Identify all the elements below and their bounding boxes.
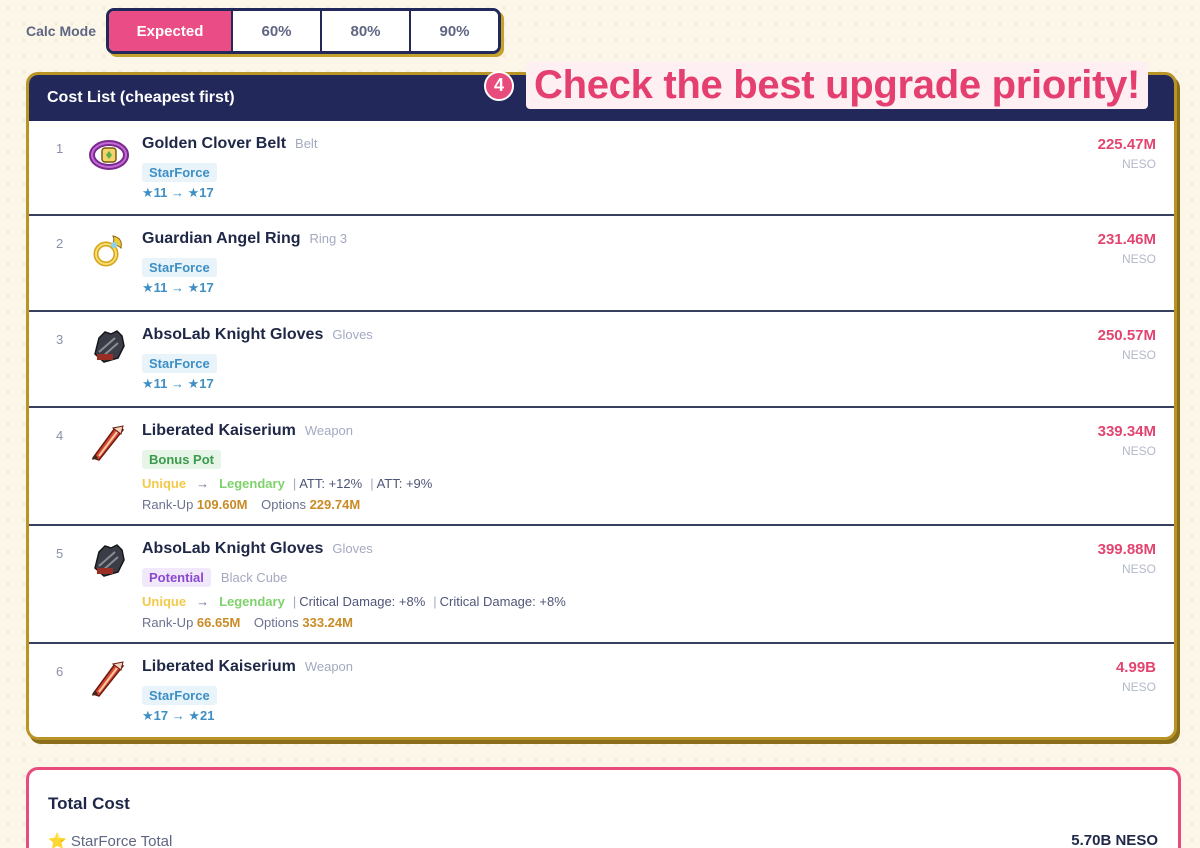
options-cost: 333.24M [302, 615, 353, 630]
mode-expected-button[interactable]: Expected [109, 11, 232, 51]
cost-list-panel: Cost List (cheapest first) 1 Golden Clov… [26, 72, 1177, 740]
cost-row[interactable]: 1 Golden Clover Belt Belt StarForce ★11 … [29, 121, 1174, 216]
ring-icon [93, 235, 122, 267]
starforce-total-row: ⭐ StarForce Total 5.70B NESO [48, 832, 1158, 848]
price-unit: NESO [1121, 348, 1156, 362]
price-unit: NESO [1121, 562, 1156, 576]
starforce-total-label: ⭐ StarForce Total [48, 832, 172, 848]
mode-60-button[interactable]: 60% [231, 11, 321, 51]
stat-divider: | [433, 593, 437, 609]
price-unit: NESO [1121, 444, 1156, 458]
stat-divider: | [370, 475, 374, 491]
stat-divider: | [292, 593, 297, 609]
potential-line: ATT: +12% [299, 475, 363, 491]
rankup-label: Rank-Up [142, 615, 194, 630]
cost-row[interactable]: 5 AbsoLab Knight Gloves Gloves Potential… [29, 526, 1174, 644]
item-price: 339.34M [1097, 423, 1156, 440]
item-slot: Gloves [332, 541, 373, 556]
tier-from: Unique [142, 475, 187, 491]
calc-mode-label: Calc Mode [26, 23, 97, 39]
gloves-icon [94, 330, 125, 363]
cube-type: Black Cube [220, 569, 288, 585]
row-rank: 4 [56, 428, 64, 443]
rankup-label: Rank-Up [142, 497, 194, 512]
item-name: Guardian Angel Ring [142, 230, 301, 247]
sword-icon [91, 661, 125, 697]
row-rank: 2 [56, 236, 64, 251]
options-label: Options [261, 497, 306, 512]
starforce-total-value: 5.70B NESO [1071, 832, 1158, 848]
cost-row[interactable]: 6 Liberated Kaiserium Weapon StarForce ★… [29, 644, 1174, 737]
mode-80-button[interactable]: 80% [320, 11, 410, 51]
cost-row[interactable]: 3 AbsoLab Knight Gloves Gloves StarForce… [29, 312, 1174, 408]
arrow-right-icon: → [196, 593, 210, 609]
mode-90-button[interactable]: 90% [409, 11, 499, 51]
item-slot: Weapon [304, 423, 354, 438]
step-number-badge: 4 [484, 70, 514, 101]
item-name: Golden Clover Belt [142, 135, 287, 152]
star-icon: ⭐ [48, 833, 67, 848]
star-range: ★11 → ★17 [142, 280, 214, 295]
options-cost: 229.74M [309, 497, 361, 512]
stat-divider: | [292, 475, 297, 491]
total-cost-title: Total Cost [48, 794, 130, 813]
rankup-cost: 66.65M [196, 615, 241, 630]
starforce-tag: StarForce [142, 685, 217, 705]
item-price: 250.57M [1097, 327, 1156, 344]
starforce-tag: StarForce [142, 162, 217, 182]
calc-mode-bar: Calc Mode Expected 60% 80% 90% [26, 8, 502, 54]
cost-row[interactable]: 2 Guardian Angel Ring Ring 3 StarForce ★… [29, 216, 1174, 312]
price-unit: NESO [1121, 680, 1156, 694]
star-range: ★11 → ★17 [142, 185, 214, 200]
row-rank: 5 [56, 546, 64, 561]
row-rank: 1 [56, 141, 64, 156]
item-name: Liberated Kaiserium [142, 422, 296, 439]
arrow-right-icon: → [196, 475, 210, 491]
rankup-cost: 109.60M [196, 497, 248, 512]
starforce-tag: StarForce [142, 257, 217, 277]
options-label: Options [253, 615, 299, 630]
gloves-icon [94, 544, 125, 577]
price-unit: NESO [1121, 252, 1156, 266]
item-price: 4.99B [1115, 659, 1156, 676]
bonus-pot-tag: Bonus Pot [142, 449, 221, 469]
item-name: AbsoLab Knight Gloves [142, 540, 324, 557]
item-price: 399.88M [1097, 541, 1156, 558]
total-cost-panel: Total Cost ⭐ StarForce Total 5.70B NESO [26, 767, 1181, 848]
row-rank: 3 [56, 332, 64, 347]
tier-to: Legendary [219, 475, 285, 491]
item-price: 231.46M [1097, 231, 1156, 248]
potential-line: ATT: +9% [376, 475, 433, 491]
potential-line: Critical Damage: +8% [439, 593, 566, 609]
star-range: ★11 → ★17 [142, 376, 214, 391]
item-name: AbsoLab Knight Gloves [142, 326, 324, 343]
belt-icon [89, 140, 129, 170]
item-price: 225.47M [1097, 136, 1156, 153]
star-range: ★17 → ★21 [142, 708, 215, 723]
tutorial-callout: 4 Check the best upgrade priority! [484, 62, 1149, 109]
item-slot: Belt [295, 136, 318, 151]
item-name: Liberated Kaiserium [142, 658, 296, 675]
sword-icon [91, 425, 125, 461]
calc-mode-segmented-control: Expected 60% 80% 90% [106, 8, 502, 54]
row-rank: 6 [56, 664, 64, 679]
cost-row[interactable]: 4 Liberated Kaiserium Weapon Bonus Pot U… [29, 408, 1174, 526]
potential-tag: Potential [142, 567, 211, 587]
starforce-tag: StarForce [142, 353, 217, 373]
price-unit: NESO [1121, 157, 1156, 171]
tier-from: Unique [142, 593, 187, 609]
starforce-total-text: StarForce Total [70, 833, 173, 848]
item-slot: Ring 3 [309, 231, 348, 246]
item-slot: Weapon [304, 659, 354, 674]
potential-line: Critical Damage: +8% [299, 593, 426, 609]
callout-text: Check the best upgrade priority! [526, 62, 1149, 109]
tier-to: Legendary [219, 593, 285, 609]
item-slot: Gloves [332, 327, 373, 342]
